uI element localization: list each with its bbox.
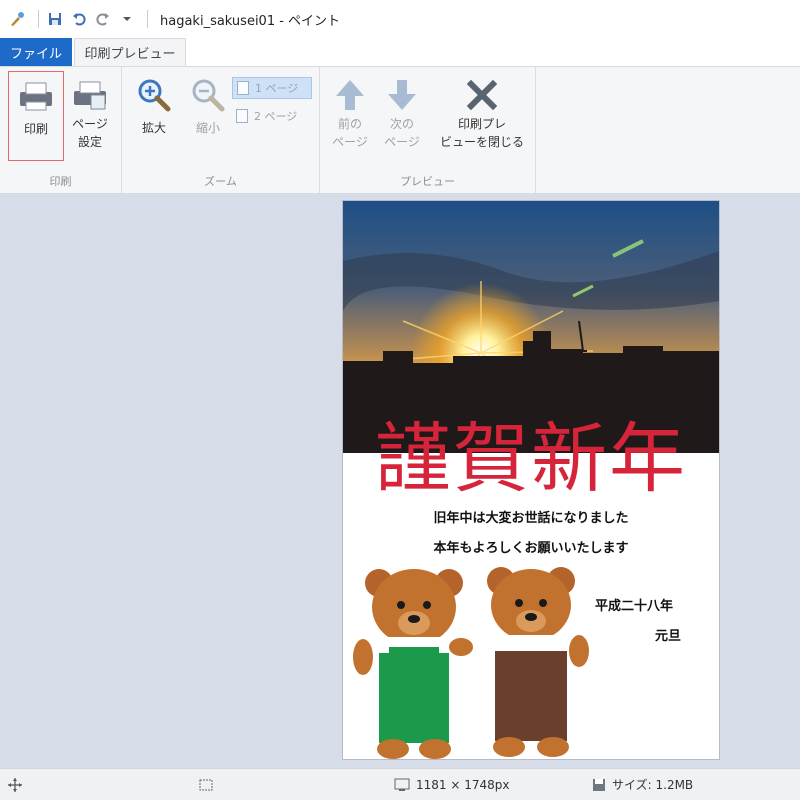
zoom-out-button[interactable]: 縮小 [180,71,236,161]
two-page-label: 2 ページ [254,110,298,123]
title-separator [38,10,39,28]
ribbon-tabs: ファイル 印刷プレビュー [0,38,800,66]
image-dimensions-icon [394,769,410,800]
window-title: hagaki_sakusei01 - ペイント [160,13,341,29]
zoom-group-label: ズーム [204,175,237,188]
image-dimensions: 1181 × 1748px [416,777,510,792]
status-bar: 1181 × 1748px サイズ: 1.2MB [0,768,800,800]
print-group-label: 印刷 [49,175,72,188]
page-setup-label-line1: ページ [72,117,108,131]
one-page-label: 1 ページ [255,82,299,95]
arrow-down-icon [382,75,422,115]
preview-group-label: プレビュー [400,175,455,188]
page-setup-label-line2: 設定 [77,135,102,149]
zoom-in-label: 拡大 [141,121,166,135]
print-group: 印刷 ページ 設定 印刷 [0,67,122,193]
teddy-bears-image [353,567,589,759]
print-button[interactable]: 印刷 [8,71,64,161]
title-separator [147,10,148,28]
page-setup-button[interactable]: ページ 設定 [62,71,118,161]
close-preview-label-line2: ビューを閉じる [439,135,524,149]
next-page-label-line1: 次の [389,117,414,131]
zoom-in-button[interactable]: 拡大 [126,71,182,161]
arrow-up-icon [330,75,370,115]
zoom-in-icon [134,75,174,115]
message-line-1: 旧年中は大変お世話になりました [433,511,629,526]
date-text: 平成二十八年 [595,599,674,614]
page-setup-icon [70,75,110,115]
file-size: サイズ: 1.2MB [612,778,694,792]
previous-page-label-line2: ページ [332,135,368,149]
one-page-icon [237,81,249,95]
previous-page-button[interactable]: 前の ページ [322,71,378,161]
close-preview-label-line1: 印刷プレ [457,117,506,131]
tab-file[interactable]: ファイル [0,38,72,66]
message-line-2: 本年もよろしくお願いいたします [433,541,629,556]
customize-toolbar-chevron-icon[interactable] [117,9,137,29]
move-cursor-icon [8,769,22,800]
ribbon: 印刷 ページ 設定 印刷 拡大 縮小 1 ページ 2 ページ ズーム 前の ペー… [0,66,800,194]
file-size-icon [592,769,606,800]
zoom-out-label: 縮小 [195,121,220,135]
two-page-icon [236,109,248,123]
title-bar: hagaki_sakusei01 - ペイント [0,0,800,38]
redo-icon[interactable] [93,9,113,29]
close-print-preview-button[interactable]: 印刷プレ ビューを閉じる [434,71,530,161]
close-icon [462,75,502,115]
print-button-label: 印刷 [23,122,48,136]
printer-icon [16,76,56,116]
save-icon[interactable] [45,9,65,29]
previous-page-label-line1: 前の [337,117,362,131]
selection-size-icon [198,769,214,800]
postcard-preview: 謹賀新年 旧年中は大変お世話になりました 本年もよろしくお願いいたします 平成二… [342,200,720,760]
tab-print-preview[interactable]: 印刷プレビュー [74,38,186,66]
zoom-out-icon [188,75,228,115]
zoom-group: 拡大 縮小 1 ページ 2 ページ ズーム [122,67,320,193]
paint-app-icon[interactable] [8,10,26,28]
next-page-button[interactable]: 次の ページ [374,71,430,161]
greeting-text: 謹賀新年 [375,414,687,503]
undo-icon[interactable] [69,9,89,29]
gantan-text: 元旦 [655,629,682,644]
next-page-label-line2: ページ [384,135,420,149]
preview-group: 前の ページ 次の ページ 印刷プレ ビューを閉じる プレビュー [320,67,536,193]
two-page-button[interactable]: 2 ページ [232,105,312,127]
one-page-button[interactable]: 1 ページ [232,77,312,99]
